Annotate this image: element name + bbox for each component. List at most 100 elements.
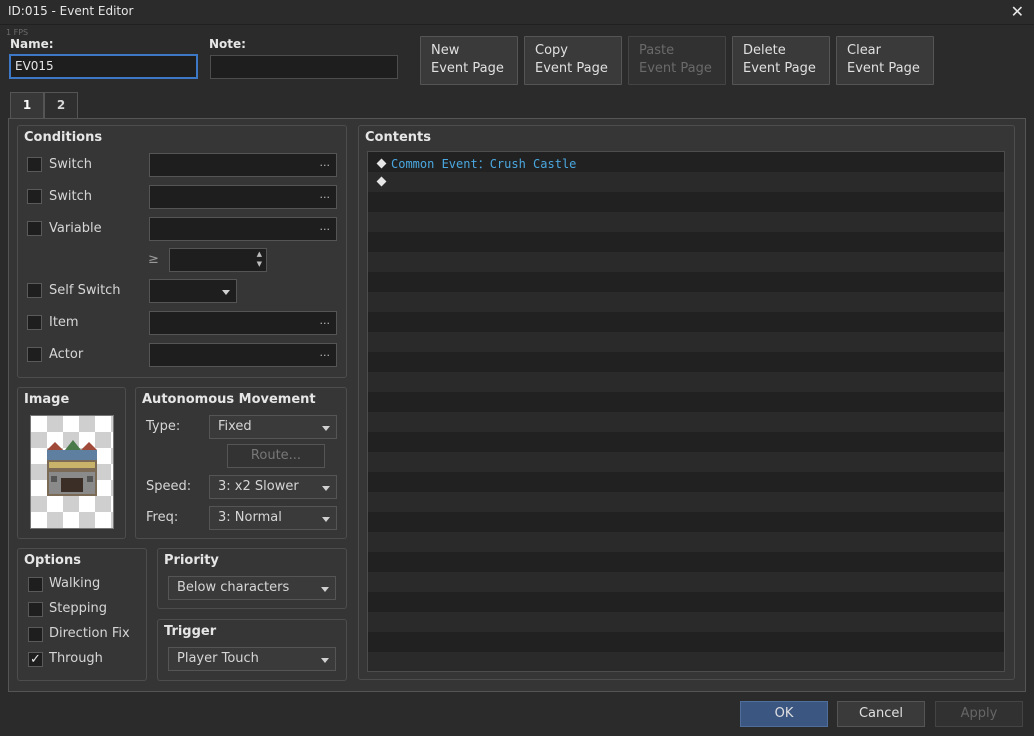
event-page-pane: Conditions Switch ... Switch ... Variabl… (8, 118, 1026, 692)
speed-dropdown[interactable]: 3: x2 Slower (209, 475, 337, 499)
speed-label: Speed: (146, 479, 192, 494)
copy-event-page-button[interactable]: Copy Event Page (524, 36, 622, 85)
copy-label-2: Event Page (535, 61, 608, 76)
switch2-dots: ... (319, 188, 331, 201)
close-icon[interactable]: ✕ (1011, 2, 1024, 21)
trigger-dropdown[interactable]: Player Touch (168, 647, 336, 671)
item-dots: ... (319, 314, 331, 327)
name-value: EV015 (15, 59, 54, 73)
castle-graphic (47, 440, 97, 496)
route-button[interactable]: Route... (227, 444, 325, 468)
image-title: Image (24, 392, 70, 407)
image-group: Image (17, 387, 126, 539)
diamond-icon (376, 158, 387, 169)
trigger-value: Player Touch (177, 651, 259, 666)
switch2-checkbox[interactable] (27, 189, 42, 204)
direction-fix-checkbox[interactable] (28, 627, 43, 642)
switch2-selector[interactable]: ... (149, 185, 337, 209)
actor-selector[interactable]: ... (149, 343, 337, 367)
chevron-down-icon (222, 290, 230, 295)
tab-page-2[interactable]: 2 (44, 92, 78, 118)
stepping-checkbox[interactable] (28, 602, 43, 617)
clear-label-1: Clear (847, 43, 881, 58)
chevron-down-icon (322, 486, 330, 491)
chevron-down-icon (321, 587, 329, 592)
apply-button[interactable]: Apply (935, 701, 1023, 727)
item-checkbox[interactable] (27, 315, 42, 330)
options-group: Options Walking Stepping Direction Fix ✓… (17, 548, 147, 681)
through-checkbox[interactable]: ✓ (28, 652, 43, 667)
diamond-icon (376, 176, 387, 187)
command-list[interactable]: Common Event：Crush Castle (367, 151, 1005, 672)
name-label: Name: (10, 37, 54, 51)
variable-selector[interactable]: ... (149, 217, 337, 241)
priority-group: Priority Below characters (157, 548, 347, 609)
cancel-button[interactable]: Cancel (837, 701, 925, 727)
movement-title: Autonomous Movement (142, 392, 316, 407)
clear-label-2: Event Page (847, 61, 920, 76)
direction-fix-label: Direction Fix (49, 626, 130, 641)
through-label: Through (49, 651, 103, 666)
copy-label-1: Copy (535, 43, 568, 58)
name-input[interactable]: EV015 (9, 54, 198, 79)
chevron-down-icon (322, 426, 330, 431)
switch2-label: Switch (49, 189, 92, 204)
type-label: Type: (146, 419, 181, 434)
type-value: Fixed (218, 419, 252, 434)
delete-event-page-button[interactable]: Delete Event Page (732, 36, 830, 85)
switch1-selector[interactable]: ... (149, 153, 337, 177)
contents-group: Contents Common Event：Crush Castle (358, 125, 1015, 680)
new-event-page-button[interactable]: New Event Page (420, 36, 518, 85)
variable-dots: ... (319, 220, 331, 233)
switch1-dots: ... (319, 156, 331, 169)
title-bar: ID:015 - Event Editor ✕ (0, 0, 1034, 25)
self-switch-checkbox[interactable] (27, 283, 42, 298)
contents-title: Contents (365, 130, 431, 145)
switch1-checkbox[interactable] (27, 157, 42, 172)
type-dropdown[interactable]: Fixed (209, 415, 337, 439)
conditions-group: Conditions Switch ... Switch ... Variabl… (17, 125, 347, 378)
ok-button[interactable]: OK (740, 701, 828, 727)
chevron-down-icon (322, 517, 330, 522)
command-line[interactable]: Common Event：Crush Castle (376, 155, 576, 172)
spinner-up-icon[interactable]: ▲ (257, 250, 262, 258)
actor-checkbox[interactable] (27, 347, 42, 362)
chevron-down-icon (321, 658, 329, 663)
item-label: Item (49, 315, 79, 330)
walking-checkbox[interactable] (28, 577, 43, 592)
paste-event-page-button[interactable]: Paste Event Page (628, 36, 726, 85)
spinner-down-icon[interactable]: ▼ (257, 260, 262, 268)
paste-label-1: Paste (639, 43, 675, 58)
clear-event-page-button[interactable]: Clear Event Page (836, 36, 934, 85)
trigger-group: Trigger Player Touch (157, 619, 347, 681)
self-switch-dropdown[interactable] (149, 279, 237, 303)
priority-title: Priority (164, 553, 219, 568)
freq-label: Freq: (146, 510, 179, 525)
delete-label-1: Delete (743, 43, 786, 58)
new-label-1: New (431, 43, 460, 58)
note-input[interactable] (210, 55, 398, 79)
window-title: ID:015 - Event Editor (8, 4, 134, 18)
command-line-empty[interactable] (376, 175, 391, 189)
variable-label: Variable (49, 221, 102, 236)
freq-dropdown[interactable]: 3: Normal (209, 506, 337, 530)
conditions-title: Conditions (24, 130, 103, 145)
speed-value: 3: x2 Slower (218, 479, 299, 494)
freq-value: 3: Normal (218, 510, 282, 525)
actor-label: Actor (49, 347, 84, 362)
self-switch-label: Self Switch (49, 283, 121, 298)
variable-value-spinner[interactable]: ▲ ▼ (169, 248, 267, 272)
tab-page-1[interactable]: 1 (10, 92, 44, 119)
priority-dropdown[interactable]: Below characters (168, 576, 336, 600)
stepping-label: Stepping (49, 601, 107, 616)
priority-value: Below characters (177, 580, 290, 595)
delete-label-2: Event Page (743, 61, 816, 76)
item-selector[interactable]: ... (149, 311, 337, 335)
note-label: Note: (209, 37, 246, 51)
variable-checkbox[interactable] (27, 221, 42, 236)
event-image[interactable] (30, 415, 114, 529)
switch1-label: Switch (49, 157, 92, 172)
actor-dots: ... (319, 346, 331, 359)
paste-label-2: Event Page (639, 61, 712, 76)
trigger-title: Trigger (164, 624, 217, 639)
